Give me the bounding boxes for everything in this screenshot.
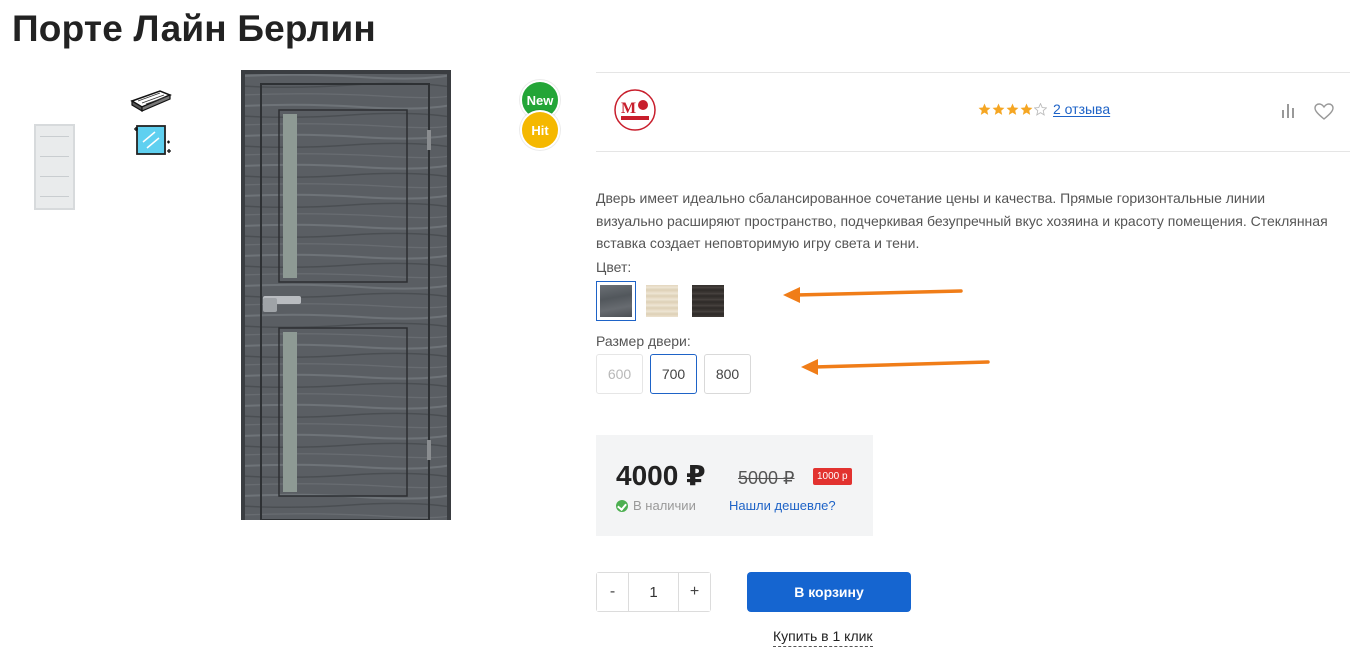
page-title: Порте Лайн Берлин <box>12 8 376 49</box>
found-cheaper-link[interactable]: Нашли дешевле? <box>729 498 836 513</box>
reviews-link[interactable]: 2 отзыва <box>1053 101 1110 117</box>
check-circle-icon <box>616 499 628 512</box>
buy-one-click-link[interactable]: Купить в 1 клик <box>773 628 873 647</box>
product-thumbnail[interactable] <box>34 124 75 210</box>
wood-plank-icon <box>130 90 172 113</box>
size-option-800[interactable]: 800 <box>704 354 751 394</box>
color-swatch-dark-wenge[interactable] <box>688 281 728 321</box>
quantity-stepper: - 1 + <box>596 572 711 612</box>
discount-badge: 1000 р <box>813 468 852 485</box>
old-price: 5000 ₽ <box>738 468 795 488</box>
door-image <box>241 70 451 521</box>
color-swatch-grey-oak[interactable] <box>596 281 636 321</box>
size-options: 600 700 800 <box>596 354 751 394</box>
star-empty-icon <box>1034 102 1047 116</box>
quantity-decrease-button[interactable]: - <box>597 573 628 611</box>
star-icon <box>978 103 991 115</box>
product-description: Дверь имеет идеально сбалансированное со… <box>596 190 1328 251</box>
size-option-600[interactable]: 600 <box>596 354 643 394</box>
quantity-increase-button[interactable]: + <box>679 573 710 611</box>
swatch-fill <box>692 285 724 317</box>
price-box: 4000 ₽ 5000 ₽ 1000 р В наличии Нашли деш… <box>596 435 873 536</box>
heart-icon[interactable] <box>1314 103 1334 121</box>
current-price: 4000 ₽ <box>616 460 706 491</box>
brand-logo-icon[interactable]: M <box>613 88 657 132</box>
add-to-cart-button[interactable]: В корзину <box>747 572 911 612</box>
color-label: Цвет: <box>596 259 632 275</box>
color-swatch-light-oak[interactable] <box>642 281 682 321</box>
divider-header <box>596 151 1350 152</box>
annotation-arrow-color <box>783 287 963 303</box>
star-icon <box>1006 103 1019 115</box>
color-swatches <box>596 281 728 321</box>
size-label: Размер двери: <box>596 333 691 349</box>
swatch-fill <box>600 285 632 317</box>
hit-badge: Hit <box>520 110 560 150</box>
glass-pane-icon <box>134 125 171 155</box>
stock-status: В наличии <box>616 498 696 513</box>
product-main-image[interactable] <box>241 70 451 521</box>
star-icon <box>992 103 1005 115</box>
rating: 2 отзыва <box>978 101 1110 117</box>
quantity-input[interactable]: 1 <box>628 573 679 611</box>
divider-top <box>596 72 1350 73</box>
annotation-arrow-size <box>801 359 990 375</box>
size-option-700[interactable]: 700 <box>650 354 697 394</box>
swatch-fill <box>646 285 678 317</box>
star-icon <box>1020 103 1033 115</box>
svg-text:M: M <box>621 100 636 117</box>
stock-text: В наличии <box>633 498 696 513</box>
compare-icon[interactable] <box>1281 102 1295 118</box>
rating-stars <box>978 102 1048 116</box>
